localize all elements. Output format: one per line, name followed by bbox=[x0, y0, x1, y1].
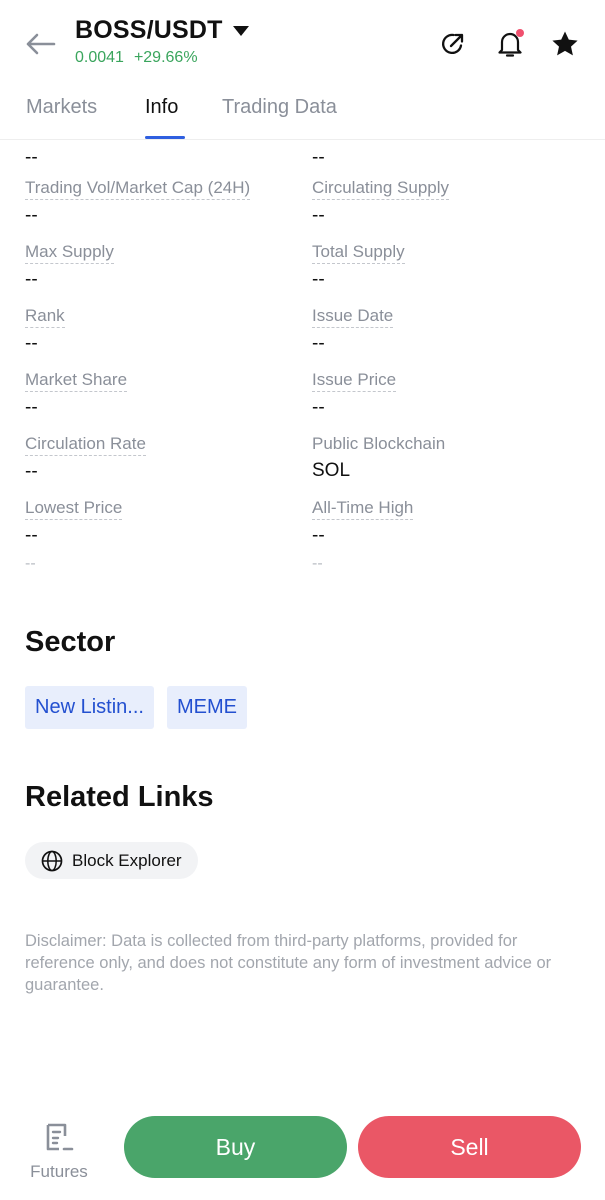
favorite-button[interactable] bbox=[549, 28, 581, 60]
info-value: SOL bbox=[312, 460, 351, 481]
sector-tags: New Listin... MEME bbox=[25, 686, 260, 729]
info-item-max-supply: Max Supply -- bbox=[25, 242, 295, 292]
back-button[interactable] bbox=[22, 26, 58, 62]
star-icon bbox=[552, 31, 578, 56]
info-label[interactable]: Rank bbox=[25, 306, 65, 328]
futures-button[interactable]: Futures bbox=[20, 1120, 98, 1182]
sub-value-left: -- bbox=[25, 555, 36, 572]
link-label: Block Explorer bbox=[72, 850, 182, 870]
info-item-rank: Rank -- bbox=[25, 306, 295, 356]
tab-bar: Markets Info Trading Data bbox=[0, 86, 605, 140]
block-explorer-link[interactable]: Block Explorer bbox=[25, 842, 198, 879]
top-value-right: -- bbox=[312, 147, 325, 168]
share-icon bbox=[442, 33, 464, 55]
info-value: -- bbox=[25, 205, 38, 226]
futures-icon bbox=[42, 1120, 76, 1154]
tab-trading-data[interactable]: Trading Data bbox=[222, 96, 337, 119]
info-item-all-time-high: All-Time High -- bbox=[312, 498, 582, 548]
sector-tag[interactable]: MEME bbox=[166, 686, 247, 729]
active-tab-indicator bbox=[145, 136, 185, 139]
price-row: 0.0041 +29.66% bbox=[75, 49, 249, 67]
arrow-left-icon bbox=[26, 33, 56, 55]
info-label[interactable]: Lowest Price bbox=[25, 498, 123, 520]
info-value: -- bbox=[312, 333, 325, 354]
sector-tag[interactable]: New Listin... bbox=[25, 686, 154, 729]
sub-value-right: -- bbox=[312, 555, 323, 572]
info-label[interactable]: All-Time High bbox=[312, 498, 414, 520]
info-item-public-blockchain: Public Blockchain SOL bbox=[312, 434, 582, 483]
bottom-action-bar: Futures Buy Sell bbox=[0, 1110, 605, 1200]
caret-down-icon bbox=[232, 25, 249, 36]
info-item-issue-price: Issue Price -- bbox=[312, 370, 582, 420]
info-item-market-share: Market Share -- bbox=[25, 370, 295, 420]
info-label[interactable]: Max Supply bbox=[25, 242, 114, 264]
info-item-vol-mcap: Trading Vol/Market Cap (24H) -- bbox=[25, 178, 295, 228]
info-value: -- bbox=[25, 525, 38, 546]
tab-info[interactable]: Info bbox=[145, 96, 178, 119]
info-value: -- bbox=[25, 333, 38, 354]
pair-name: BOSS/USDT bbox=[75, 16, 223, 44]
info-value: -- bbox=[25, 269, 38, 290]
last-price: 0.0041 bbox=[75, 49, 124, 66]
pair-selector[interactable]: BOSS/USDT 0.0041 +29.66% bbox=[75, 16, 249, 67]
related-links-title: Related Links bbox=[25, 781, 214, 813]
share-button[interactable] bbox=[437, 28, 469, 60]
sell-button[interactable]: Sell bbox=[358, 1116, 581, 1178]
info-label[interactable]: Issue Price bbox=[312, 370, 397, 392]
info-label[interactable]: Market Share bbox=[25, 370, 128, 392]
header: BOSS/USDT 0.0041 +29.66% bbox=[0, 0, 605, 80]
info-item-issue-date: Issue Date -- bbox=[312, 306, 582, 356]
globe-icon bbox=[40, 849, 64, 873]
info-value: -- bbox=[25, 461, 38, 482]
info-item-circulation-rate: Circulation Rate -- bbox=[25, 434, 295, 484]
info-label[interactable]: Issue Date bbox=[312, 306, 394, 328]
info-value: -- bbox=[312, 269, 325, 290]
notification-dot bbox=[516, 29, 524, 37]
info-item-lowest-price: Lowest Price -- bbox=[25, 498, 295, 548]
top-value-left: -- bbox=[25, 147, 38, 168]
buy-button[interactable]: Buy bbox=[124, 1116, 347, 1178]
futures-label: Futures bbox=[30, 1162, 88, 1181]
info-item-total-supply: Total Supply -- bbox=[312, 242, 582, 292]
info-value: -- bbox=[312, 205, 325, 226]
info-label[interactable]: Total Supply bbox=[312, 242, 405, 264]
info-value: -- bbox=[312, 397, 325, 418]
info-label: Public Blockchain bbox=[312, 434, 446, 453]
disclaimer-text: Disclaimer: Data is collected from third… bbox=[25, 932, 552, 994]
info-item-circulating-supply: Circulating Supply -- bbox=[312, 178, 582, 228]
info-value: -- bbox=[25, 397, 38, 418]
tab-markets[interactable]: Markets bbox=[26, 96, 97, 119]
price-change: +29.66% bbox=[133, 49, 198, 66]
info-label[interactable]: Circulating Supply bbox=[312, 178, 450, 200]
info-label[interactable]: Trading Vol/Market Cap (24H) bbox=[25, 178, 251, 200]
info-value: -- bbox=[312, 525, 325, 546]
info-label[interactable]: Circulation Rate bbox=[25, 434, 146, 456]
sector-title: Sector bbox=[25, 626, 116, 658]
notifications-button[interactable] bbox=[494, 28, 526, 60]
